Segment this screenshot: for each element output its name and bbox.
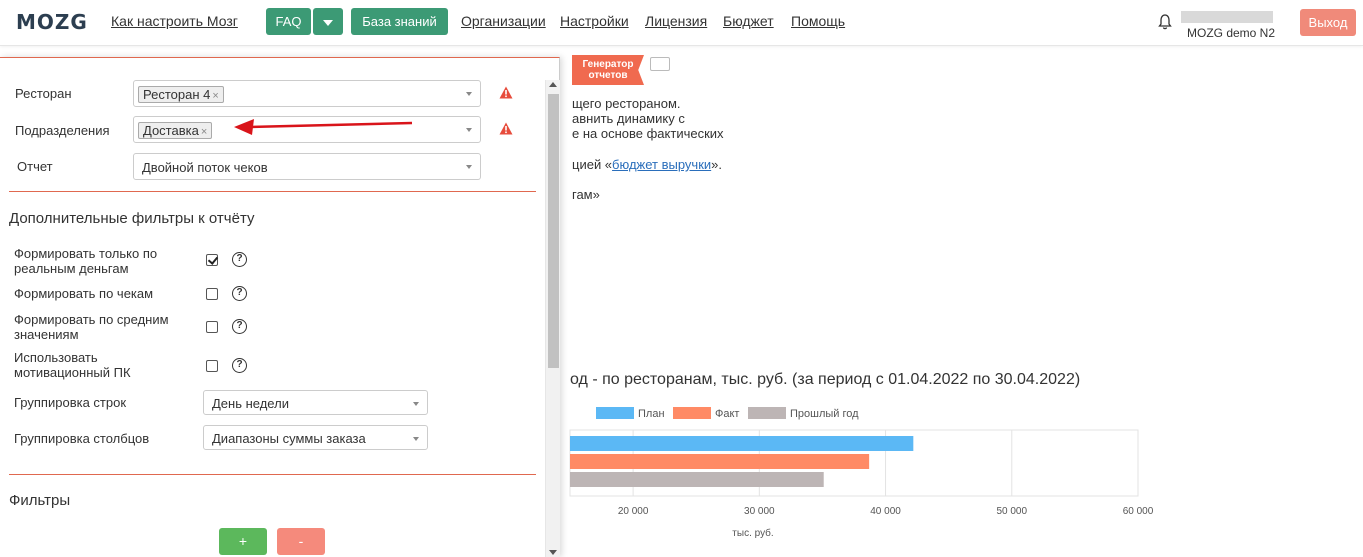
restaurant-tag-label: Ресторан 4 xyxy=(143,87,211,102)
report-settings-panel: Ресторан Ресторан 4 × Подразделения Доста… xyxy=(0,57,560,557)
caret-down-icon xyxy=(466,128,472,132)
help-icon[interactable]: ? xyxy=(232,358,247,373)
chart-tick-label: 60 000 xyxy=(1123,506,1154,517)
logout-button[interactable]: Выход xyxy=(1300,9,1356,36)
knowledge-base-button[interactable]: База знаний xyxy=(351,8,448,35)
nav-license[interactable]: Лицензия xyxy=(645,13,707,29)
nav-budget[interactable]: Бюджет xyxy=(723,13,774,29)
column-grouping-label: Группировка столбцов xyxy=(14,431,150,446)
column-grouping-select[interactable]: Диапазоны суммы заказа xyxy=(203,425,428,450)
nav-settings[interactable]: Настройки xyxy=(560,13,629,29)
option-by-checks-checkbox[interactable] xyxy=(206,288,218,300)
remove-tag-icon[interactable]: × xyxy=(212,90,218,102)
chart-tick-label: 50 000 xyxy=(996,506,1027,517)
section-divider xyxy=(9,191,536,192)
add-filter-button[interactable]: + xyxy=(219,528,267,555)
legend-label: Прошлый год xyxy=(790,408,859,420)
row-grouping-value: День недели xyxy=(212,396,289,411)
scroll-down-arrow-icon[interactable] xyxy=(549,550,557,555)
help-icon[interactable]: ? xyxy=(232,252,247,267)
description-line-with-link: цией «бюджет выручки». xyxy=(572,157,722,172)
text-prefix: цией « xyxy=(572,157,613,172)
division-tag: Доставка × xyxy=(138,122,213,139)
option-averages-checkbox[interactable] xyxy=(206,321,218,333)
caret-down-icon xyxy=(466,92,472,96)
section-divider xyxy=(9,474,536,475)
option-by-checks-label: Формировать по чекам xyxy=(14,286,154,301)
option-motivation-checkbox[interactable] xyxy=(206,360,218,372)
row-grouping-label: Группировка строк xyxy=(14,395,127,410)
description-line: щего ресторанoм. xyxy=(572,96,681,111)
user-name[interactable]: MOZG demo N2 xyxy=(1187,26,1275,40)
report-label: Отчет xyxy=(17,159,53,174)
nav-how-to-setup[interactable]: Как настроить Мозг xyxy=(111,13,238,29)
help-icon[interactable]: ? xyxy=(232,286,247,301)
option-averages-label: Формировать по средним значениям xyxy=(14,312,169,342)
restaurant-label: Ресторан xyxy=(15,86,72,101)
chart-x-axis-label: тыс. руб. xyxy=(732,527,773,539)
description-line: авнить динамику с xyxy=(572,111,685,126)
chart-bar xyxy=(570,472,824,487)
caret-down-icon xyxy=(413,437,419,441)
description-line: гам» xyxy=(572,187,600,202)
legend-swatch xyxy=(673,407,711,419)
restaurant-select[interactable]: Ресторан 4 × xyxy=(133,80,481,107)
legend-swatch xyxy=(748,407,786,419)
report-select-value: Двойной поток чеков xyxy=(142,160,268,175)
division-tag-label: Доставка xyxy=(143,123,199,138)
revenue-bar-chart: 20 000 30 000 40 000 50 000 60 000 тыс. руб. П… xyxy=(569,407,1154,539)
restaurant-tag: Ресторан 4 × xyxy=(138,86,224,103)
chart-title: од - по ресторанам, тыс. руб. (за период… xyxy=(570,371,1081,388)
caret-down-icon xyxy=(466,165,472,169)
legend-swatch xyxy=(596,407,634,419)
mozg-logo[interactable]: MOZG xyxy=(16,10,88,34)
help-icon[interactable]: ? xyxy=(232,319,247,334)
caret-down-icon xyxy=(323,19,333,26)
faq-dropdown-button[interactable] xyxy=(313,8,343,35)
legend-label: План xyxy=(638,408,665,420)
warning-icon xyxy=(499,86,513,99)
caret-down-icon xyxy=(413,402,419,406)
legend-label: Факт xyxy=(715,408,739,420)
monitor-icon[interactable] xyxy=(650,57,670,71)
nav-organizations[interactable]: Организации xyxy=(461,13,546,29)
report-select[interactable]: Двойной поток чеков xyxy=(133,153,481,180)
faq-button[interactable]: FAQ xyxy=(266,8,311,35)
extra-filters-heading: Дополнительные фильтры к отчёту xyxy=(9,210,255,227)
column-grouping-value: Диапазоны суммы заказа xyxy=(212,431,366,446)
chart-tick-label: 30 000 xyxy=(744,506,775,517)
user-email-redacted xyxy=(1181,11,1273,23)
description-line: е на основе фактических xyxy=(572,126,724,141)
remove-filter-button[interactable]: - xyxy=(277,528,325,555)
nav-help[interactable]: Помощь xyxy=(791,13,845,29)
row-grouping-select[interactable]: День недели xyxy=(203,390,428,415)
option-motivation-label: Использовать мотивационный ПК xyxy=(14,350,131,380)
chart-tick-label: 20 000 xyxy=(618,506,649,517)
scroll-up-arrow-icon[interactable] xyxy=(549,82,557,87)
panel-scrollbar[interactable] xyxy=(545,80,560,557)
remove-tag-icon[interactable]: × xyxy=(201,126,207,138)
filters-heading: Фильтры xyxy=(9,492,71,509)
bell-icon[interactable] xyxy=(1158,14,1172,30)
annotation-arrow xyxy=(234,119,413,135)
report-generator-badge: Генератор отчетов xyxy=(572,55,644,85)
scrollbar-thumb[interactable] xyxy=(548,94,559,368)
text-suffix: ». xyxy=(711,157,723,172)
chart-bar xyxy=(570,454,870,469)
division-label: Подразделения xyxy=(15,123,110,138)
revenue-budget-link[interactable]: бюджет выручки xyxy=(612,157,711,172)
top-navbar: MOZG Как настроить Мозг FAQ База знаний … xyxy=(0,0,1363,46)
chart-tick-label: 40 000 xyxy=(870,506,901,517)
warning-icon xyxy=(499,122,513,135)
option-real-money-label: Формировать только по реальным деньгам xyxy=(14,246,158,276)
chart-bar xyxy=(570,436,914,451)
option-real-money-checkbox[interactable] xyxy=(206,254,218,266)
